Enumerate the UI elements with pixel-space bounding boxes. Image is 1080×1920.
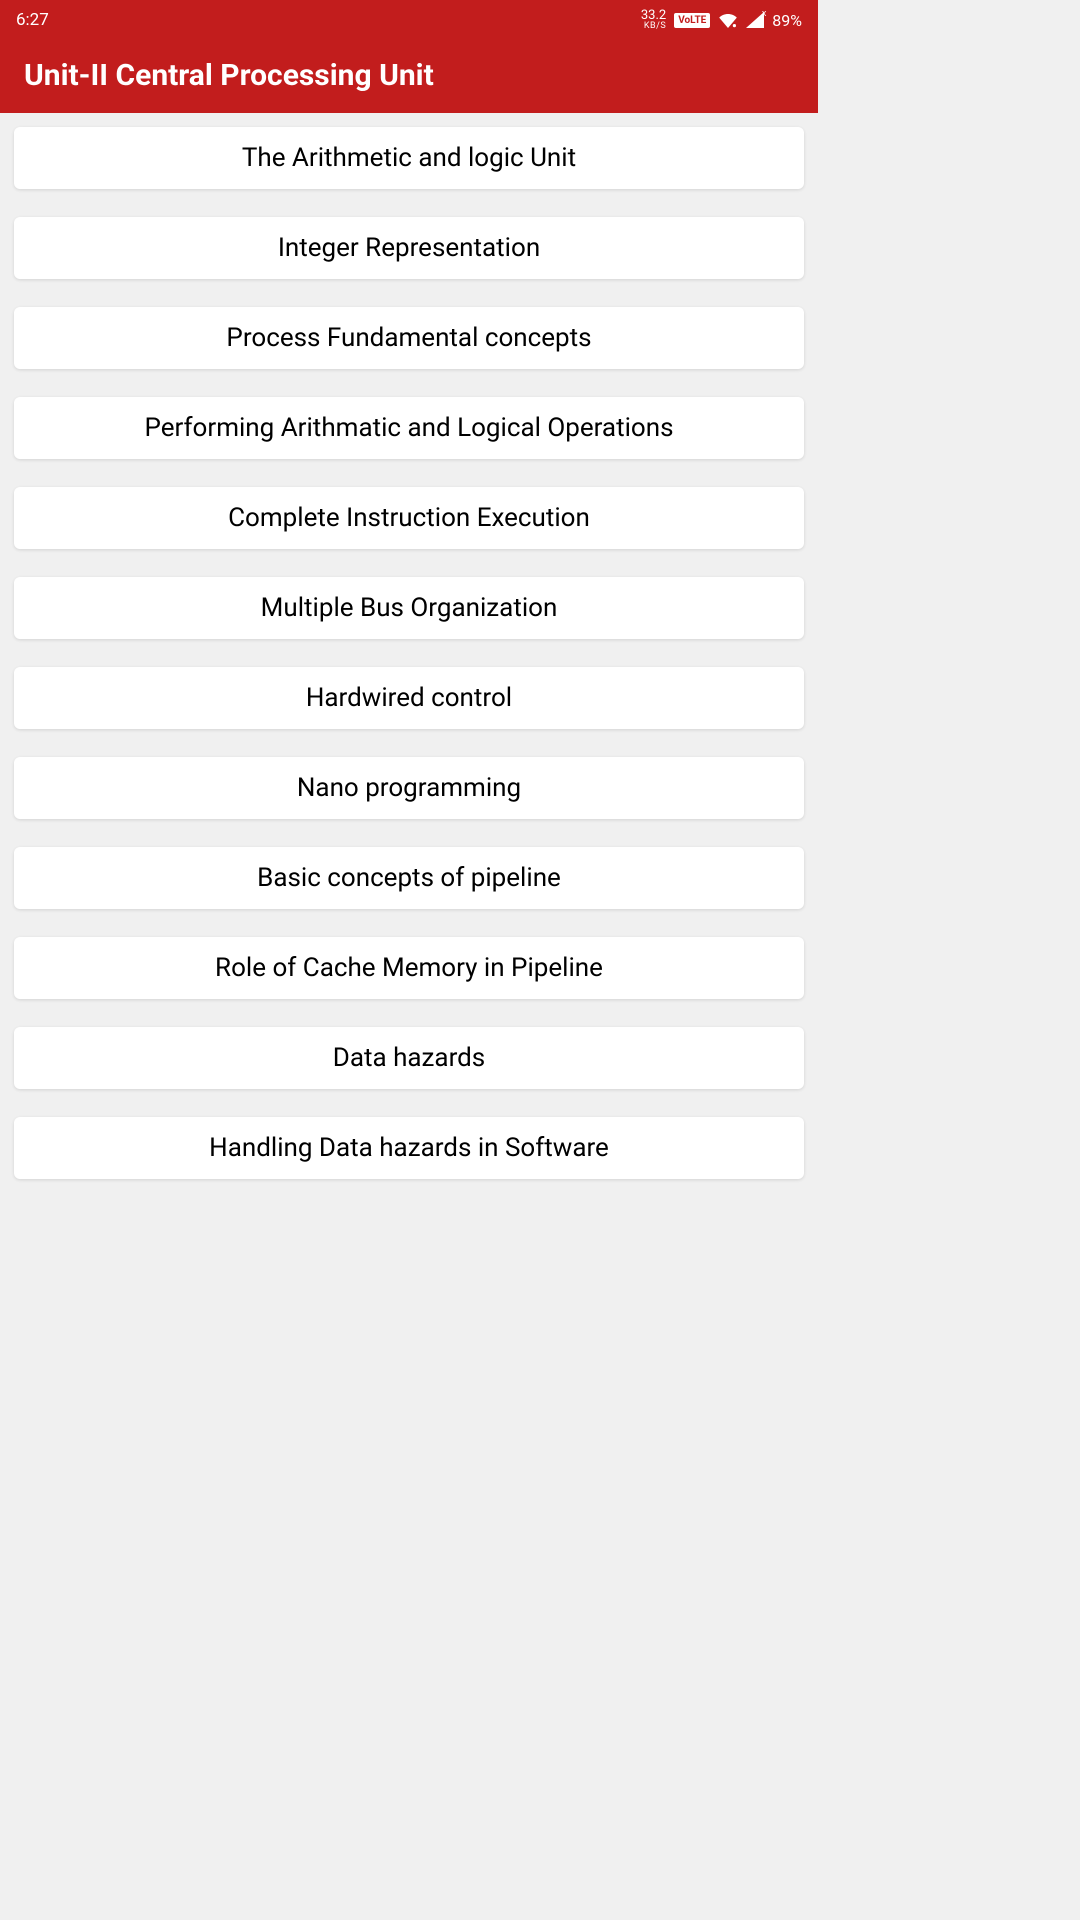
signal-icon: x: [746, 12, 764, 28]
topic-item[interactable]: Integer Representation: [14, 217, 804, 279]
page-header: Unit-II Central Processing Unit: [0, 40, 818, 113]
page-title: Unit-II Central Processing Unit: [24, 58, 434, 93]
topic-item[interactable]: Hardwired control: [14, 667, 804, 729]
status-time: 6:27: [16, 10, 49, 30]
topic-item[interactable]: Complete Instruction Execution: [14, 487, 804, 549]
topic-item[interactable]: Role of Cache Memory in Pipeline: [14, 937, 804, 999]
wifi-icon: [718, 12, 738, 28]
topic-item[interactable]: Process Fundamental concepts: [14, 307, 804, 369]
topic-item[interactable]: Data hazards: [14, 1027, 804, 1089]
topic-list: The Arithmetic and logic Unit Integer Re…: [0, 113, 818, 1221]
volte-badge: VoLTE: [674, 13, 710, 28]
topic-item[interactable]: The Arithmetic and logic Unit: [14, 127, 804, 189]
signal-x-indicator: x: [762, 9, 766, 19]
battery-percent: 89%: [772, 11, 802, 30]
topic-item[interactable]: Performing Arithmatic and Logical Operat…: [14, 397, 804, 459]
topic-item[interactable]: Multiple Bus Organization: [14, 577, 804, 639]
topic-item[interactable]: Nano programming: [14, 757, 804, 819]
status-bar: 6:27 33.2 KB/S VoLTE x 89%: [0, 0, 818, 40]
topic-item[interactable]: Handling Data hazards in Software: [14, 1117, 804, 1179]
network-speed-indicator: 33.2 KB/S: [641, 9, 666, 31]
status-indicators: 33.2 KB/S VoLTE x 89%: [641, 9, 802, 31]
topic-item[interactable]: Basic concepts of pipeline: [14, 847, 804, 909]
